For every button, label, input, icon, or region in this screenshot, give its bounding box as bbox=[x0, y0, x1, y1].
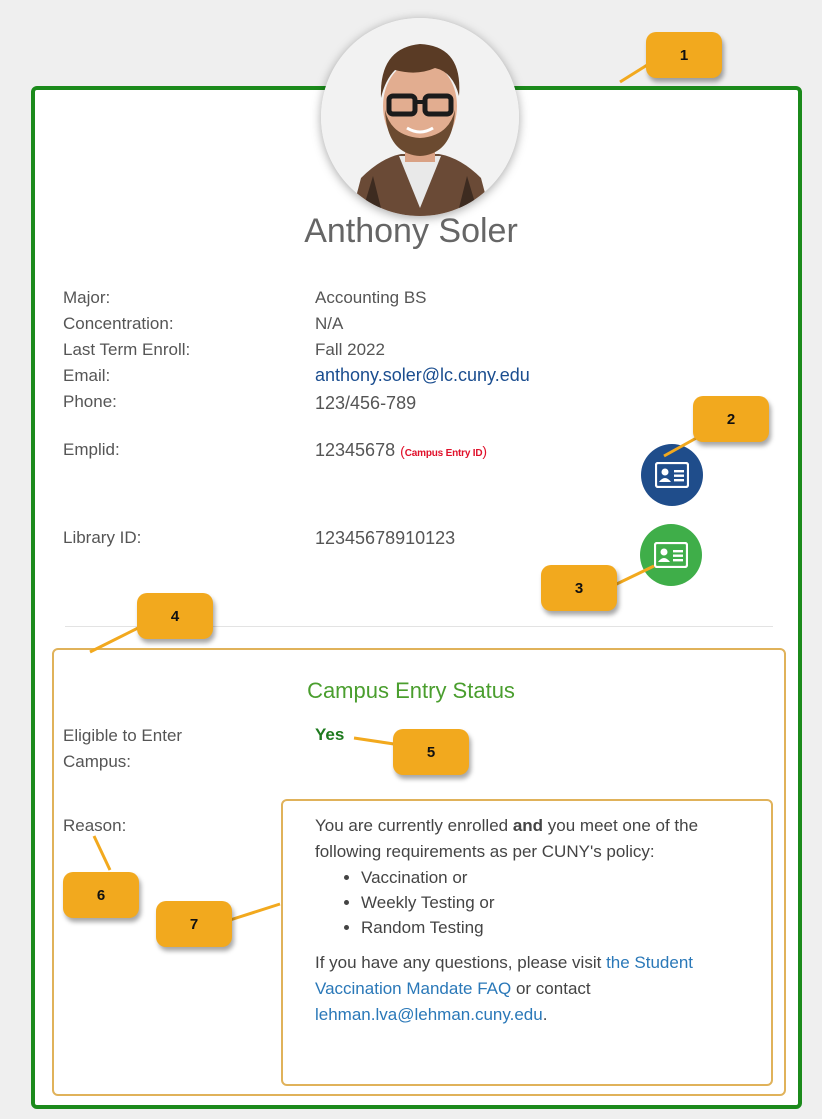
callout-3: 3 bbox=[541, 565, 617, 611]
callout-6: 6 bbox=[63, 872, 139, 918]
callout-5: 5 bbox=[393, 729, 469, 775]
callout-2: 2 bbox=[693, 396, 769, 442]
callout-1: 1 bbox=[646, 32, 722, 78]
callout-leader-lines bbox=[89, 60, 701, 922]
callout-7: 7 bbox=[156, 901, 232, 947]
callout-4: 4 bbox=[137, 593, 213, 639]
